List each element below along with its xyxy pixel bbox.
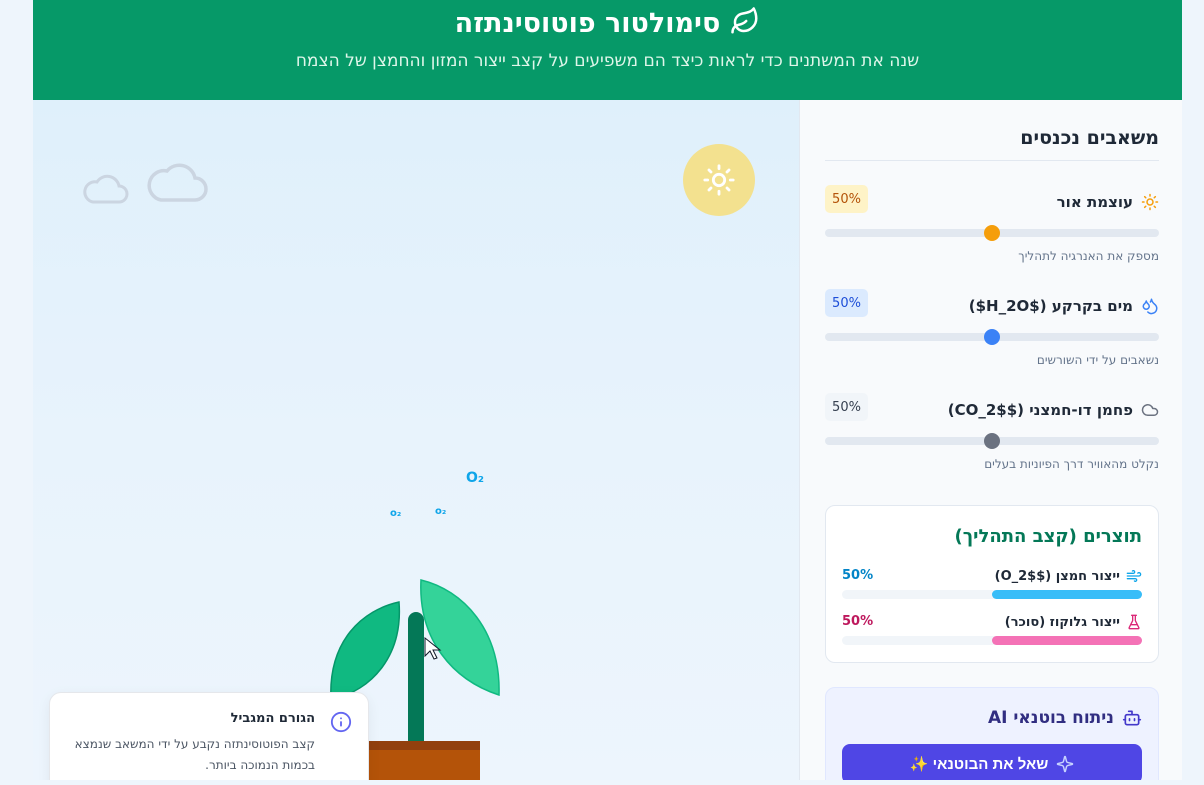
- header-title-row: סימולטור פוטוסינתזה: [33, 6, 1182, 40]
- app-window: סימולטור פוטוסינתזה שנה את המשתנים כדי ל…: [33, 0, 1182, 780]
- water-description: נשאבים על ידי השורשים: [1036, 353, 1159, 367]
- water-slider[interactable]: [825, 329, 1159, 345]
- water-label-row: מים בקרקע ($H_2O$): [969, 297, 1159, 315]
- ai-title: ניתוח בוטנאי AI: [988, 708, 1114, 728]
- ask-botanist-button[interactable]: שאל את הבוטנאי ✨: [842, 744, 1142, 780]
- co2-label: פחמן דו-חמצני ($CO_2$): [947, 401, 1133, 419]
- page-subtitle: שנה את המשתנים כדי לראות כיצד הם משפיעים…: [295, 51, 920, 71]
- oxygen-label: ייצור חמצן ($O_2$): [994, 568, 1120, 584]
- glucose-progress-fill: [992, 636, 1142, 645]
- control-panel: משאבים נכנסים עוצמת אור 50% מספק את האנר…: [799, 100, 1182, 780]
- oxygen-label-row: ייצור חמצן ($O_2$): [995, 568, 1142, 584]
- water-control: מים בקרקע ($H_2O$) 50% נשאבים על ידי השו…: [825, 289, 1159, 387]
- page-title: סימולטור פוטוסינתזה: [454, 7, 721, 39]
- leaf-icon: [730, 6, 760, 40]
- light-label-row: עוצמת אור: [1057, 193, 1159, 211]
- header: סימולטור פוטוסינתזה שנה את המשתנים כדי ל…: [33, 0, 1182, 100]
- pot-body: [352, 750, 480, 780]
- oxygen-progress-fill: [992, 590, 1142, 599]
- ask-botanist-label: שאל את הבוטנאי ✨: [909, 756, 1049, 773]
- limiting-factor-text: קצב הפוטוסינתזה נקבע על ידי המשאב שנמצא …: [74, 737, 315, 772]
- light-slider-thumb[interactable]: [984, 225, 1000, 241]
- o2-bubble-small-2: o₂: [435, 506, 447, 517]
- cloud-icon-large: [147, 163, 208, 202]
- limiting-factor-card: הגורם המגביל קצב הפוטוסינתזה נקבע על ידי…: [49, 692, 369, 780]
- oxygen-progress-track: [842, 590, 1142, 599]
- wind-icon: [1126, 570, 1142, 582]
- water-label: מים בקרקע ($H_2O$): [968, 297, 1133, 315]
- water-slider-thumb[interactable]: [984, 329, 1000, 345]
- products-title: תוצרים (קצב התהליך): [954, 526, 1142, 547]
- leaf-left: [330, 601, 401, 701]
- leaf-right: [420, 579, 500, 697]
- light-label: עוצמת אור: [1056, 193, 1133, 211]
- glucose-progress-track: [842, 636, 1142, 645]
- limiting-factor-title: הגורם המגביל: [230, 711, 315, 726]
- sun-icon: [1141, 193, 1159, 211]
- sun-icon: [703, 164, 735, 196]
- plant-scene: O₂ o₂ o₂ הגורם המגביל קצב הפוטוסינתזה נק…: [33, 100, 799, 780]
- bot-icon: [1122, 710, 1142, 726]
- info-icon: [330, 711, 352, 737]
- sun: [683, 144, 755, 216]
- sparkles-icon: [1057, 755, 1074, 773]
- ai-title-row: ניתוח בוטנאי AI: [988, 708, 1142, 728]
- co2-description: נקלט מהאוויר דרך הפיוניות בעלים: [984, 457, 1159, 471]
- co2-slider[interactable]: [825, 433, 1159, 449]
- light-control: עוצמת אור 50% מספק את האנרגיה לתהליך: [825, 185, 1159, 283]
- pot-rim: [352, 741, 480, 750]
- oxygen-row: ייצור חמצן ($O_2$) 50%: [842, 568, 1142, 604]
- oxygen-value: 50%: [842, 568, 874, 583]
- flask-icon: [1128, 614, 1140, 630]
- glucose-label-row: ייצור גלוקוז (סוכר): [1005, 614, 1142, 630]
- co2-slider-thumb[interactable]: [984, 433, 1000, 449]
- cloud-icon-small: [83, 174, 129, 204]
- light-description: מספק את האנרגיה לתהליך: [1018, 249, 1159, 263]
- products-card: תוצרים (קצב התהליך) ייצור חמצן ($O_2$) 5…: [825, 505, 1159, 663]
- glucose-label: ייצור גלוקוז (סוכר): [1004, 614, 1120, 630]
- cloud-icon: [1141, 404, 1159, 416]
- co2-control: פחמן דו-חמצני ($CO_2$) 50% נקלט מהאוויר …: [825, 393, 1159, 491]
- glucose-row: ייצור גלוקוז (סוכר) 50%: [842, 614, 1142, 650]
- o2-bubble-large: O₂: [466, 470, 485, 486]
- co2-value-badge: 50%: [825, 393, 868, 421]
- light-slider[interactable]: [825, 225, 1159, 241]
- ai-analysis-card: ניתוח בוטנאי AI שאל את הבוטנאי ✨: [825, 687, 1159, 780]
- o2-bubble-small-1: o₂: [390, 508, 402, 519]
- plant-stem: [408, 612, 424, 752]
- glucose-value: 50%: [842, 614, 874, 629]
- light-value-badge: 50%: [825, 185, 868, 213]
- co2-label-row: פחמן דו-חמצני ($CO_2$): [948, 401, 1159, 419]
- divider: [825, 160, 1159, 161]
- inputs-title: משאבים נכנסים: [1020, 127, 1159, 149]
- droplets-icon: [1142, 298, 1158, 315]
- flower-pot: [352, 741, 480, 780]
- water-value-badge: 50%: [825, 289, 868, 317]
